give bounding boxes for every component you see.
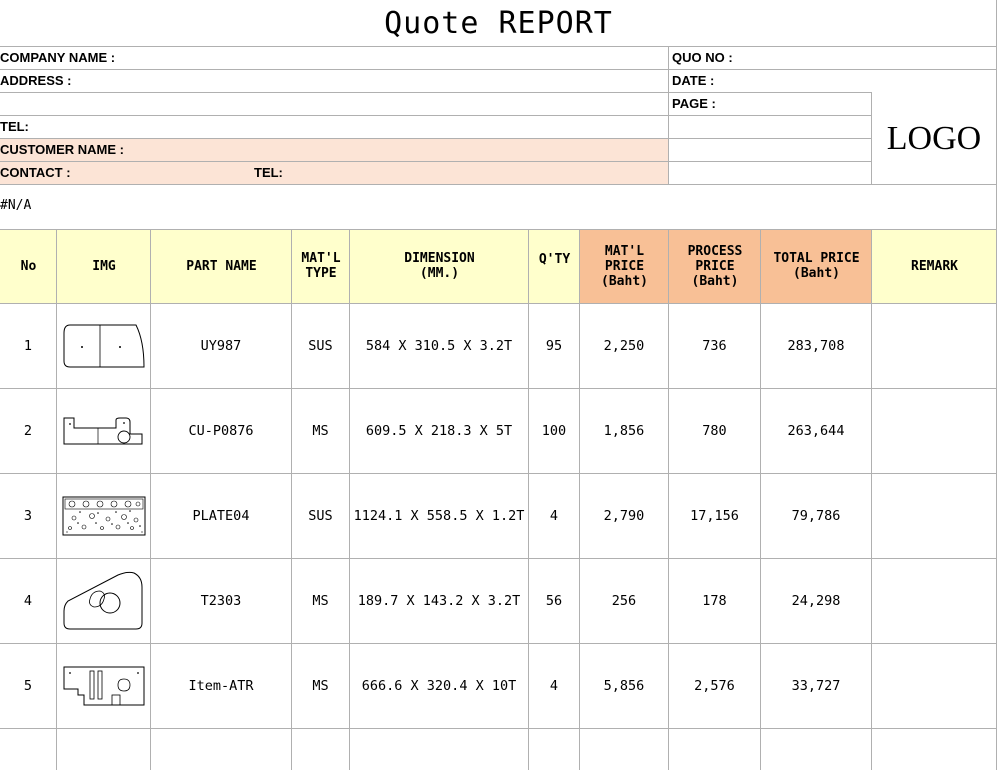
part-thumbnail-slotted-plate-icon <box>57 644 150 728</box>
row-no: 3 <box>23 508 33 524</box>
remark[interactable] <box>872 474 996 558</box>
dimension: 609.5 X 218.3 X 5T <box>365 423 513 439</box>
contact-tel-label: TEL: <box>254 165 283 180</box>
row-no: 2 <box>23 423 33 439</box>
report-title: Quote REPORT <box>0 0 997 46</box>
error-value-text: #N/A <box>0 198 32 213</box>
process-price: 178 <box>702 593 727 609</box>
process-price: 17,156 <box>690 508 739 524</box>
col-process-price: PROCESS PRICE (Baht) <box>687 243 743 289</box>
matl-type: SUS <box>308 508 333 524</box>
col-img: IMG <box>92 258 116 274</box>
qty: 56 <box>545 593 563 609</box>
qty: 100 <box>541 423 567 439</box>
qty: 95 <box>545 338 563 354</box>
dimension: 666.6 X 320.4 X 10T <box>361 678 517 694</box>
col-no: No <box>20 258 37 274</box>
matl-type: MS <box>312 593 329 609</box>
error-value: #N/A <box>0 196 31 216</box>
total-price: 79,786 <box>791 508 841 524</box>
logo-text: LOGO <box>886 119 982 157</box>
matl-price: 256 <box>611 593 637 609</box>
total-price: 33,727 <box>791 678 841 694</box>
matl-type: MS <box>312 678 329 694</box>
date-label: DATE : <box>672 73 715 88</box>
matl-price: 1,856 <box>603 423 645 439</box>
col-dimension: DIMENSION (MM.) <box>404 251 475 281</box>
row-no: 5 <box>23 678 33 694</box>
remark[interactable] <box>872 304 996 388</box>
remark[interactable] <box>872 644 996 728</box>
part-thumbnail-bracket-l-shape-icon <box>57 389 150 473</box>
part-thumbnail-curved-plate-hole-icon <box>57 559 150 643</box>
dimension: 584 X 310.5 X 3.2T <box>365 338 513 354</box>
qty: 4 <box>549 508 559 524</box>
col-matl-price: MAT'L PRICE (Baht) <box>601 243 648 289</box>
matl-type: MS <box>312 423 329 439</box>
part-name: Item-ATR <box>188 678 254 694</box>
total-price: 263,644 <box>787 423 845 439</box>
process-price: 736 <box>702 338 727 354</box>
dimension: 1124.1 X 558.5 X 1.2T <box>353 508 525 524</box>
address-label: ADDRESS : <box>0 73 72 88</box>
col-part-name: PART NAME <box>186 258 257 274</box>
matl-type: SUS <box>308 338 333 354</box>
matl-price: 2,250 <box>603 338 645 354</box>
contact-label: CONTACT : <box>0 165 71 180</box>
part-thumbnail-perforated-plate-icon <box>57 474 150 558</box>
part-name: PLATE04 <box>192 508 250 524</box>
process-price: 2,576 <box>694 678 735 694</box>
dimension: 189.7 X 143.2 X 3.2T <box>357 593 521 609</box>
row-no: 1 <box>23 338 33 354</box>
qty: 4 <box>549 678 559 694</box>
part-name: UY987 <box>200 338 242 354</box>
remark[interactable] <box>872 389 996 473</box>
quo-no-label: QUO NO : <box>672 50 733 65</box>
process-price: 780 <box>702 423 727 439</box>
matl-price: 5,856 <box>603 678 645 694</box>
col-total-price: TOTAL PRICE (Baht) <box>773 251 860 281</box>
logo: LOGO <box>872 93 996 184</box>
tel-label: TEL: <box>0 119 29 134</box>
total-price: 24,298 <box>791 593 841 609</box>
page-label: PAGE : <box>672 96 716 111</box>
customer-name-label: CUSTOMER NAME : <box>0 142 124 157</box>
col-matl-type: MAT'L TYPE <box>301 251 341 281</box>
col-qty: Q'TY <box>538 251 571 267</box>
part-name: CU-P0876 <box>188 423 254 439</box>
report-title-text: Quote REPORT <box>384 5 613 41</box>
matl-price: 2,790 <box>603 508 645 524</box>
remark[interactable] <box>872 559 996 643</box>
part-thumbnail-plate-two-holes-icon <box>57 304 150 388</box>
contact-field[interactable] <box>0 162 668 184</box>
row-no: 4 <box>23 593 33 609</box>
col-remark: REMARK <box>911 258 958 274</box>
company-name-label: COMPANY NAME : <box>0 50 116 65</box>
part-name: T2303 <box>200 593 242 609</box>
total-price: 283,708 <box>787 338 845 354</box>
